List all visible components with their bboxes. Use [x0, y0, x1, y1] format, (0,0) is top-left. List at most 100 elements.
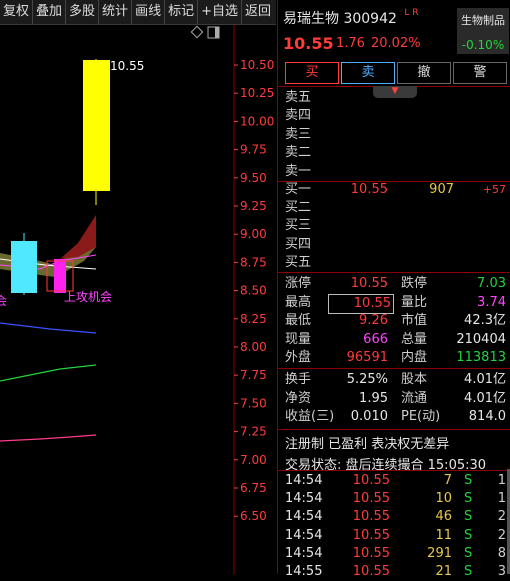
stat-value: 3.74: [477, 294, 506, 310]
ask-row[interactable]: 卖三: [278, 126, 510, 144]
ask-row[interactable]: 卖一: [278, 163, 510, 181]
stat-row: 净资 1.95 流通 4.01亿: [278, 390, 510, 408]
bid-label: 买一: [285, 182, 312, 197]
stat-value: 5.25%: [346, 372, 388, 387]
panel-toggle-icon[interactable]: [207, 26, 220, 39]
candle-body-2: [54, 259, 66, 293]
buy-button[interactable]: 买: [285, 62, 339, 84]
stat-label: 净资: [285, 390, 312, 406]
stat-value: 1.95: [359, 390, 388, 406]
tick-row[interactable]: 14:54 10.55 291 S 8: [278, 545, 510, 563]
bid-row[interactable]: 买三: [278, 217, 510, 235]
toolbar-button-overlay[interactable]: 叠加: [33, 0, 67, 24]
tick-row[interactable]: 14:54 10.55 7 S 1: [278, 472, 510, 490]
stat-label: 收益(三): [285, 409, 335, 425]
stat-value: 96591: [346, 350, 388, 366]
tick-price: 10.55: [352, 564, 390, 579]
stat-label: 涨停: [285, 276, 312, 291]
ma-line-red: [0, 434, 97, 442]
ask-label: 卖二: [285, 145, 312, 161]
stat-row: 换手 5.25% 股本 4.01亿: [278, 371, 510, 389]
kline-chart-svg: 10.55 上攻机会 会 10.50 10.25 10.00 9.75 9.50 9.25…: [0, 25, 274, 574]
price-axis-label: 7.25: [240, 425, 267, 439]
stat-label: 量比: [401, 294, 428, 310]
price-axis-label: 10.00: [240, 114, 274, 128]
ask-label: 卖四: [285, 108, 312, 124]
bid-row[interactable]: 买五: [278, 254, 510, 272]
alert-button[interactable]: 警: [453, 62, 507, 84]
tick-volume: 21: [435, 564, 452, 579]
stat-value: 814.0: [468, 409, 506, 425]
stat-label: 内盘: [401, 350, 428, 366]
stat-value: 210404: [456, 331, 506, 347]
stat-value: 42.3亿: [464, 313, 506, 329]
tick-time: 14:54: [285, 545, 323, 561]
chart-annotation: 上攻机会: [64, 290, 112, 304]
toolbar-button-restore-rights[interactable]: 复权: [0, 0, 34, 24]
bid-volume: 907: [429, 182, 454, 197]
stat-value: 10.55: [328, 293, 394, 314]
tick-count: 2: [497, 527, 506, 543]
toolbar-button-draw-line[interactable]: 画线: [132, 0, 166, 24]
tick-volume: 291: [427, 545, 452, 561]
bid-label: 买三: [285, 218, 312, 234]
tick-time: 14:55: [285, 564, 323, 579]
ask-row[interactable]: 卖二: [278, 144, 510, 162]
tick-volume: 7: [443, 473, 452, 488]
stat-label: 换手: [285, 372, 312, 387]
price-change: 1.76: [336, 36, 365, 51]
tick-row[interactable]: 14:55 10.55 21 S 3: [278, 563, 510, 581]
tick-price: 10.55: [352, 527, 390, 543]
stat-value: 10.55: [350, 276, 388, 291]
price-axis-label: 8.50: [240, 284, 267, 298]
tick-count: 3: [497, 564, 506, 579]
price-axis-label: 9.00: [240, 227, 267, 241]
kline-chart[interactable]: 10.55 上攻机会 会 10.50 10.25 10.00 9.75 9.50 9.25…: [0, 25, 276, 574]
stat-value: 9.26: [359, 313, 388, 329]
toolbar-button-statistics[interactable]: 统计: [99, 0, 133, 24]
stat-label: 最低: [285, 313, 312, 329]
price-axis-label: 6.75: [240, 481, 267, 495]
price-axis-label: 8.25: [240, 312, 267, 326]
stat-label: 流通: [401, 390, 428, 406]
candle-body-1: [11, 241, 37, 293]
cancel-order-button[interactable]: 撤: [397, 62, 451, 84]
stat-value: 0.010: [350, 409, 388, 425]
ask-row[interactable]: 卖五: [278, 89, 510, 107]
toolbar-button-add-watchlist[interactable]: +自选: [198, 0, 242, 24]
high-price-label: 10.55: [110, 59, 144, 73]
price-axis-label: 8.75: [240, 255, 267, 269]
tick-time: 14:54: [285, 491, 323, 507]
stat-row: 最低 9.26 市值 42.3亿: [278, 312, 510, 330]
tick-count: 1: [497, 473, 506, 488]
bid-row[interactable]: 买二: [278, 199, 510, 217]
tick-price: 10.55: [352, 545, 390, 561]
tick-row[interactable]: 14:54 10.55 10 S 1: [278, 490, 510, 508]
toolbar-button-multi-stock[interactable]: 多股: [66, 0, 100, 24]
stat-label: 总量: [401, 331, 428, 347]
ask-row[interactable]: 卖四: [278, 107, 510, 125]
price-axis-label: 9.25: [240, 199, 267, 213]
tick-row[interactable]: 14:54 10.55 11 S 2: [278, 527, 510, 545]
diamond-icon[interactable]: [190, 25, 204, 39]
stat-label: 最高: [285, 294, 312, 310]
sector-box[interactable]: 生物制品 -0.10%: [457, 8, 509, 54]
bid-row[interactable]: 买四: [278, 236, 510, 254]
sell-button[interactable]: 卖: [341, 62, 395, 84]
ma-line-green: [0, 364, 97, 382]
stat-row: 收益(三) 0.010 PE(动) 814.0: [278, 408, 510, 426]
stat-value: 7.03: [477, 276, 506, 291]
price-change-pct: 20.02%: [371, 36, 421, 51]
stat-value: 4.01亿: [464, 390, 506, 406]
stat-label: 市值: [401, 313, 428, 329]
price-axis-label: 6.50: [240, 509, 267, 523]
tick-side: S: [464, 564, 473, 579]
tick-row[interactable]: 14:54 10.55 46 S 2: [278, 508, 510, 526]
toolbar-button-mark[interactable]: 标记: [165, 0, 199, 24]
tick-volume: 10: [435, 491, 452, 507]
toolbar-button-back[interactable]: 返回: [242, 0, 274, 24]
stock-title: 易瑞生物 300942 L R: [283, 8, 419, 28]
bid-row[interactable]: 买一 10.55 907 +57: [278, 181, 510, 199]
tick-volume: 11: [435, 527, 452, 543]
ma-line-blue: [0, 322, 97, 334]
